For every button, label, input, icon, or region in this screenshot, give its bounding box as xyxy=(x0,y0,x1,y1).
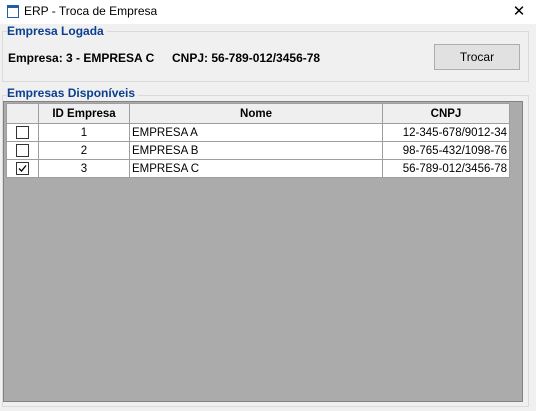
window-title: ERP - Troca de Empresa xyxy=(24,4,158,18)
column-header-select[interactable] xyxy=(6,103,39,124)
id-cell[interactable]: 1 xyxy=(38,123,130,142)
row-select-cell xyxy=(6,123,39,142)
column-header-nome[interactable]: Nome xyxy=(129,103,383,124)
table-header-row: ID Empresa Nome CNPJ xyxy=(6,103,510,124)
close-button[interactable]: ✕ xyxy=(502,0,536,24)
current-cnpj-label: CNPJ: 56-789-012/3456-78 xyxy=(172,51,321,65)
checkmark-icon xyxy=(18,165,27,172)
id-cell[interactable]: 2 xyxy=(38,141,130,160)
table-row[interactable]: 2 EMPRESA B 98-765-432/1098-76 xyxy=(6,141,510,160)
id-cell[interactable]: 3 xyxy=(38,159,130,178)
nome-cell[interactable]: EMPRESA B xyxy=(129,141,383,160)
column-header-cnpj[interactable]: CNPJ xyxy=(382,103,510,124)
checkbox[interactable] xyxy=(16,144,29,157)
row-select-cell xyxy=(6,159,39,178)
cnpj-cell[interactable]: 98-765-432/1098-76 xyxy=(382,141,510,160)
available-companies-group-title: Empresas Disponíveis xyxy=(7,86,139,100)
checked-checkbox[interactable] xyxy=(16,162,29,175)
table-row[interactable]: 3 EMPRESA C 56-789-012/3456-78 xyxy=(6,159,510,178)
title-bar: ERP - Troca de Empresa ✕ xyxy=(0,0,536,24)
table-row[interactable]: 1 EMPRESA A 12-345-678/9012-34 xyxy=(6,123,510,142)
checkbox[interactable] xyxy=(16,126,29,139)
cnpj-cell[interactable]: 56-789-012/3456-78 xyxy=(382,159,510,178)
switch-company-button[interactable]: Trocar xyxy=(434,44,520,70)
nome-cell[interactable]: EMPRESA A xyxy=(129,123,383,142)
row-select-cell xyxy=(6,141,39,160)
current-company-label: Empresa: 3 - EMPRESA C xyxy=(8,51,155,65)
window-icon xyxy=(7,5,19,18)
column-header-id[interactable]: ID Empresa xyxy=(38,103,130,124)
cnpj-cell[interactable]: 12-345-678/9012-34 xyxy=(382,123,510,142)
companies-table: ID Empresa Nome CNPJ 1 EMPRESA A 12-345-67… xyxy=(6,103,510,178)
nome-cell[interactable]: EMPRESA C xyxy=(129,159,383,178)
logged-company-group-title: Empresa Logada xyxy=(7,24,107,38)
companies-grid[interactable]: ID Empresa Nome CNPJ 1 EMPRESA A 12-345-67… xyxy=(3,101,523,402)
